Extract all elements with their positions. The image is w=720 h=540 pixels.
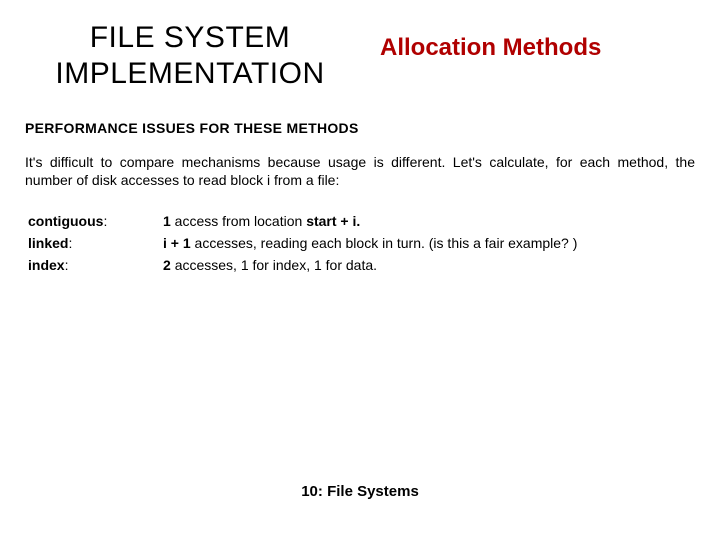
title-right: Allocation Methods: [380, 34, 601, 62]
value-index: 2 accesses, 1 for index, 1 for data.: [163, 255, 577, 276]
title-left-line1: FILE SYSTEM: [90, 21, 291, 54]
value-linked-b: i + 1: [163, 235, 195, 251]
value-contiguous-mid: access from location: [171, 213, 306, 229]
slide-header: FILE SYSTEM IMPLEMENTATION Allocation Me…: [0, 0, 720, 92]
methods-labels-col: contiguous: linked: index:: [28, 211, 163, 277]
label-contiguous-text: contiguous: [28, 213, 103, 229]
value-linked-rest: accesses, reading each block in turn. (i…: [195, 235, 578, 251]
value-contiguous-b2: start + i.: [306, 213, 360, 229]
methods-values-col: 1 access from location start + i. i + 1 …: [163, 211, 577, 277]
label-contiguous: contiguous:: [28, 211, 163, 232]
value-contiguous: 1 access from location start + i.: [163, 211, 577, 232]
slide: FILE SYSTEM IMPLEMENTATION Allocation Me…: [0, 0, 720, 540]
value-index-b: 2: [163, 257, 175, 273]
title-left: FILE SYSTEM IMPLEMENTATION: [30, 20, 350, 92]
body-paragraph: It's difficult to compare mechanisms bec…: [0, 136, 720, 189]
value-linked: i + 1 accesses, reading each block in tu…: [163, 233, 577, 254]
section-heading: PERFORMANCE ISSUES FOR THESE METHODS: [0, 92, 720, 136]
methods-table: contiguous: linked: index: 1 access from…: [0, 189, 720, 277]
label-linked: linked:: [28, 233, 163, 254]
label-index-text: index: [28, 257, 65, 273]
slide-footer: 10: File Systems: [0, 483, 720, 500]
value-contiguous-b1: 1: [163, 213, 171, 229]
title-left-line2: IMPLEMENTATION: [55, 57, 324, 90]
value-index-rest: accesses, 1 for index, 1 for data.: [175, 257, 377, 273]
label-index: index:: [28, 255, 163, 276]
label-linked-text: linked: [28, 235, 68, 251]
